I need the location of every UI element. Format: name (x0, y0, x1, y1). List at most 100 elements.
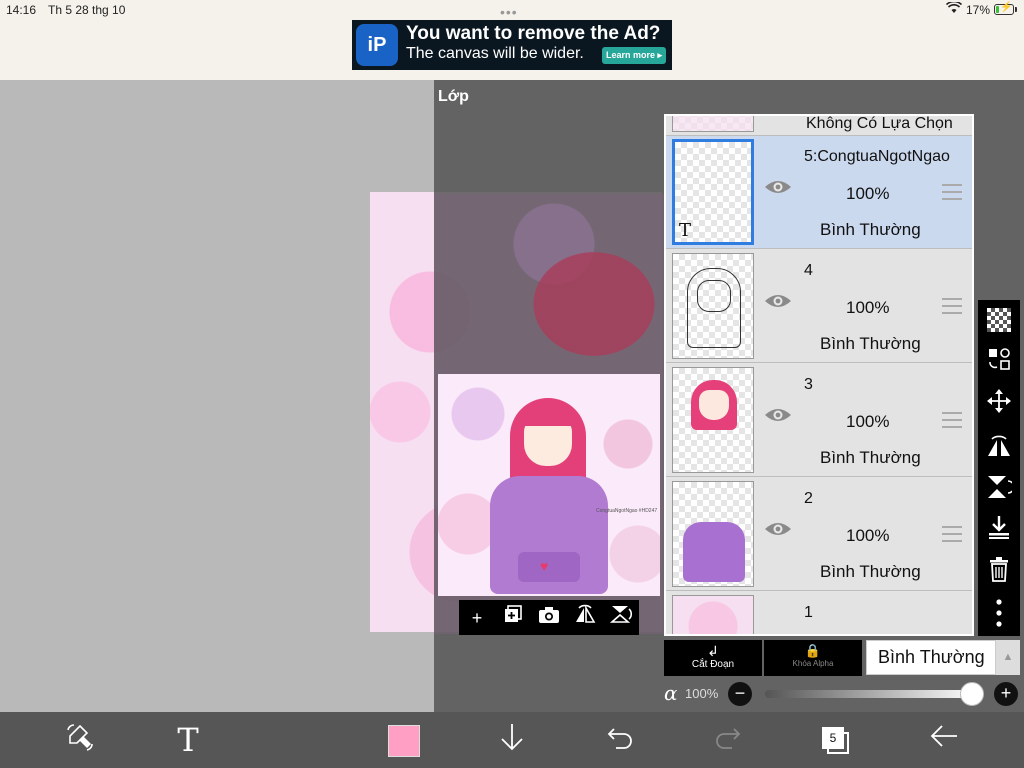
drag-handle-icon[interactable] (942, 298, 962, 314)
preview-toolbar: + (459, 600, 639, 635)
blend-mode-select[interactable]: Bình Thường (866, 640, 996, 675)
drag-handle-icon[interactable] (942, 184, 962, 200)
add-layer-icon[interactable]: + (463, 604, 491, 632)
layer-row-3[interactable]: 3 100% Bình Thường (666, 364, 972, 477)
battery-icon: ⚡ (994, 2, 1014, 15)
preview-signature: CongtuaNgotNgao #HD247 (596, 508, 658, 514)
status-time: 14:16 (6, 3, 37, 17)
status-bar: 14:16 Th 5 28 thg 10 ••• 17% ⚡ iP You wa… (0, 0, 1024, 80)
layer-tool-strip (978, 300, 1020, 636)
merge-down-icon[interactable] (984, 514, 1014, 544)
clipping-arrow-icon: ↲ (707, 643, 719, 659)
flip-horizontal-icon[interactable] (571, 604, 599, 632)
layer-name: 1 (804, 604, 813, 621)
opacity-slider-knob[interactable] (960, 682, 984, 706)
thumb-face (699, 390, 729, 420)
layer-blend-mode: Bình Thường (820, 448, 921, 467)
layer-row-1[interactable]: 1 (666, 592, 972, 634)
ad-banner[interactable]: iP You want to remove the Ad? The canvas… (352, 20, 672, 70)
camera-icon[interactable] (535, 604, 563, 632)
opacity-slider[interactable] (765, 690, 977, 698)
layer-preview-thumbnail: ♥ CongtuaNgotNgao #HD247 (438, 374, 660, 596)
layer-opacity: 100% (846, 184, 890, 203)
ibispaint-logo-icon: iP (356, 24, 398, 66)
layer-name: 2 (804, 490, 813, 507)
alpha-lock-button[interactable]: 🔒 Khóa Alpha (764, 640, 862, 676)
preview-pocket (518, 552, 580, 582)
layer-thumbnail[interactable] (672, 595, 754, 634)
duplicate-layer-icon[interactable] (499, 604, 527, 632)
layer-panel: Lớp ♥ CongtuaNgotNgao #HD247 + Không Có … (434, 80, 1024, 712)
panel-title: Lớp (438, 88, 469, 105)
bottom-toolbar: T 5 (0, 712, 1024, 768)
layer-name: 3 (804, 376, 813, 393)
battery-level (996, 6, 999, 13)
multitask-dots[interactable]: ••• (500, 4, 518, 20)
brush-eraser-switch-icon[interactable] (62, 722, 98, 758)
layer-opacity: 100% (846, 298, 890, 317)
layer-row-2[interactable]: 2 100% Bình Thường (666, 478, 972, 591)
wifi-icon (945, 0, 963, 17)
battery-percentage: 17% (966, 3, 991, 17)
move-icon[interactable] (984, 388, 1014, 418)
layer-thumbnail[interactable] (672, 481, 754, 587)
arrow-down-icon[interactable] (494, 722, 530, 758)
layer-name: 4 (804, 262, 813, 279)
alpha-lock-icon: 🔒 (804, 643, 822, 658)
status-date: Th 5 28 thg 10 (48, 3, 126, 17)
back-arrow-icon[interactable] (926, 722, 962, 758)
layer-name: 5:CongtuaNgotNgao (804, 148, 950, 165)
preview-bangs (520, 406, 576, 426)
flip-horizontal-icon[interactable] (984, 432, 1014, 462)
ad-title: You want to remove the Ad? (406, 23, 661, 44)
flip-vertical-icon[interactable] (607, 604, 635, 632)
thumb-hoodie (683, 522, 745, 582)
thumb-sketch-face (697, 280, 731, 312)
thumb-background (673, 596, 753, 634)
ad-learn-more-button[interactable]: Learn more ▸ (602, 47, 666, 64)
layers-button[interactable]: 5 (821, 726, 851, 756)
text-layer-badge: T (679, 220, 692, 241)
layer-name: Không Có Lựa Chọn (806, 115, 953, 132)
eye-icon[interactable] (764, 406, 792, 426)
eye-icon[interactable] (764, 520, 792, 540)
transform-icon[interactable] (984, 346, 1014, 376)
clipping-label: Cắt Đoạn (691, 659, 735, 670)
layer-row-5[interactable]: T 5:CongtuaNgotNgao 100% Bình Thường (666, 136, 972, 249)
layer-opacity: 100% (846, 412, 890, 431)
current-color-swatch[interactable] (388, 725, 420, 757)
layer-count: 5 (822, 727, 844, 749)
redo-icon[interactable] (710, 722, 746, 758)
eye-icon[interactable] (764, 292, 792, 312)
eye-icon[interactable] (764, 178, 792, 198)
layer-thumbnail[interactable] (672, 116, 754, 132)
layer-row-4[interactable]: 4 100% Bình Thường (666, 250, 972, 363)
layer-thumbnail[interactable] (672, 253, 754, 359)
ad-subtitle: The canvas will be wider. (406, 45, 584, 62)
opacity-increase-button[interactable]: + (994, 682, 1018, 706)
undo-icon[interactable] (602, 722, 638, 758)
blend-mode-arrow-icon[interactable]: ▲ (996, 640, 1020, 675)
layer-thumbnail[interactable]: T (672, 139, 754, 245)
layer-opacity: 100% (846, 526, 890, 545)
drag-handle-icon[interactable] (942, 412, 962, 428)
layer-row-no-selection[interactable]: Không Có Lựa Chọn (666, 115, 972, 136)
alpha-lock-label: Khóa Alpha (792, 659, 834, 668)
more-vertical-icon[interactable] (984, 598, 1014, 628)
trash-icon[interactable] (984, 556, 1014, 586)
clipping-button[interactable]: ↲ Cắt Đoạn (664, 640, 762, 676)
flip-vertical-icon[interactable] (984, 474, 1015, 504)
checker-icon[interactable] (987, 308, 1011, 332)
layer-list[interactable]: Không Có Lựa Chọn T 5:CongtuaNgotNgao 10… (664, 114, 974, 636)
battery-cap (1015, 7, 1017, 12)
layer-blend-mode: Bình Thường (820, 334, 921, 353)
drag-handle-icon[interactable] (942, 526, 962, 542)
heart-icon: ♥ (540, 558, 549, 574)
layer-blend-mode: Bình Thường (820, 562, 921, 581)
opacity-alpha-label: α (664, 681, 678, 705)
opacity-decrease-button[interactable]: − (728, 682, 752, 706)
opacity-value: 100% (685, 686, 719, 701)
layer-thumbnail[interactable] (672, 367, 754, 473)
layer-blend-mode: Bình Thường (820, 220, 921, 239)
text-tool-icon[interactable]: T (170, 722, 206, 758)
